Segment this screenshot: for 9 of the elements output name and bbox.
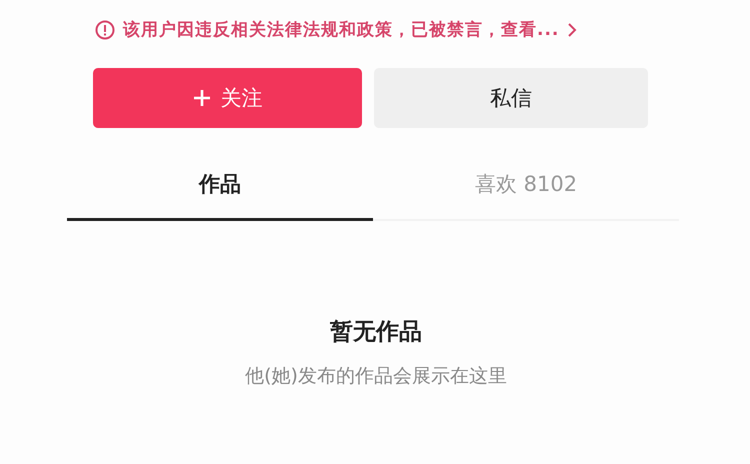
message-button[interactable]: 私信 [374, 68, 648, 128]
empty-title: 暂无作品 [330, 318, 422, 347]
chevron-right-icon [567, 22, 578, 38]
empty-subtitle: 他(她)发布的作品会展示在这里 [245, 364, 507, 389]
profile-tab[interactable]: 喜欢 8102 [373, 158, 679, 221]
profile-tab[interactable]: 作品 [67, 158, 373, 221]
plus-icon [192, 89, 210, 107]
warning-icon [95, 20, 115, 40]
follow-button[interactable]: 关注 [93, 68, 362, 128]
